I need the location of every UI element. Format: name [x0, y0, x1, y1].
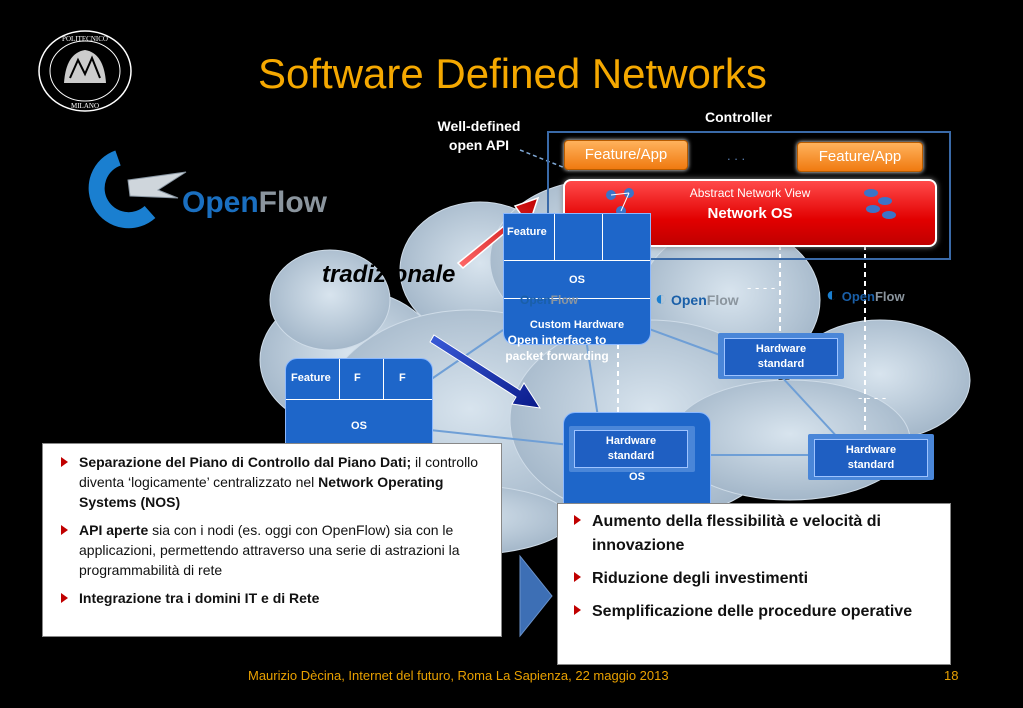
- dash-mark-2: - - - -: [858, 390, 887, 405]
- graph-icon-right: [864, 189, 896, 219]
- node-top-feature: Feature: [507, 226, 547, 238]
- hw-top-right-line2: standard: [757, 358, 805, 370]
- left-bullet-2: API aperte sia con i nodi (es. oggi con …: [57, 520, 487, 580]
- chevron-arrow: [519, 554, 553, 638]
- slide-footer: Maurizio Dècina, Internet del futuro, Ro…: [248, 668, 669, 683]
- node-top-custom-hw: Custom Hardware: [529, 319, 625, 331]
- hardware-box-center: Hardware standard: [569, 426, 695, 472]
- hw-right-line1: Hardware: [845, 444, 897, 456]
- right-bullet-2: Riduzione degli investimenti: [570, 567, 938, 591]
- openflow-word-open: Open: [182, 186, 259, 219]
- right-bullet-3: Semplificazione delle procedure operativ…: [570, 600, 938, 624]
- hardware-box-top-right: Hardware standard: [718, 333, 844, 379]
- dash-mark-1: - - - -: [747, 280, 776, 295]
- node-top-os: OS: [569, 274, 585, 286]
- node-left-f1: F: [354, 372, 361, 384]
- openflow-swirl-icon: [88, 150, 187, 229]
- left-bullet-3: Integrazione tra i domini IT e di Rete: [57, 588, 487, 608]
- openflow-word-flow: Flow: [258, 186, 327, 219]
- hw-center-line2: standard: [607, 450, 655, 462]
- logo-text-bottom: MILANO: [71, 102, 99, 110]
- small-openflow-logo-3: ◐ OpenFlow: [826, 284, 905, 306]
- feature-app-right: Feature/App: [797, 142, 923, 172]
- politecnico-logo: POLITECNICO MILANO: [36, 28, 134, 114]
- api-label-line1: Well-defined: [437, 118, 521, 134]
- right-bullet-1: Aumento della flessibilità e velocità di…: [570, 510, 938, 558]
- openflow-logo: OpenFlow: [78, 150, 348, 230]
- node-left-os: OS: [351, 420, 367, 432]
- bullet3-bold: Integrazione tra i domini IT e di Rete: [79, 590, 320, 606]
- open-interface-line2: packet forwarding: [505, 349, 609, 363]
- small-openflow-logo-1: OpenFlow: [520, 293, 578, 307]
- hw-right-line2: standard: [847, 459, 895, 471]
- controller-label: Controller: [705, 109, 772, 125]
- hardware-box-right: Hardware standard: [808, 434, 934, 480]
- hw-center-line1: Hardware: [605, 435, 657, 447]
- page-number: 18: [944, 668, 959, 683]
- tradizionale-label: tradizionale: [322, 261, 456, 288]
- left-bullet-1: Separazione del Piano di Controllo dal P…: [57, 452, 487, 512]
- small-openflow-logo-2: ◐ OpenFlow: [655, 288, 739, 310]
- slide-title: Software Defined Networks: [258, 50, 767, 97]
- traditional-node-left: Feature F F OS: [285, 358, 433, 450]
- logo-text-top: POLITECNICO: [62, 35, 108, 43]
- traditional-node-top: Feature OS Custom Hardware: [503, 213, 651, 345]
- ellipsis: . . .: [727, 148, 746, 163]
- center-node-os: OS: [629, 471, 645, 483]
- left-text-panel: Separazione del Piano di Controllo dal P…: [42, 443, 502, 637]
- api-label-line2: open API: [448, 137, 510, 153]
- open-interface-line1: Open interface to: [507, 333, 607, 347]
- right-text-panel: Aumento della flessibilità e velocità di…: [557, 503, 951, 665]
- bullet2-bold: API aperte: [79, 522, 149, 538]
- node-left-feature: Feature: [291, 372, 331, 384]
- bullet1-bold: Separazione del Piano di Controllo dal P…: [79, 454, 412, 470]
- hw-top-right-line1: Hardware: [755, 343, 807, 355]
- node-left-f2: F: [399, 372, 406, 384]
- feature-app-left: Feature/App: [564, 140, 688, 170]
